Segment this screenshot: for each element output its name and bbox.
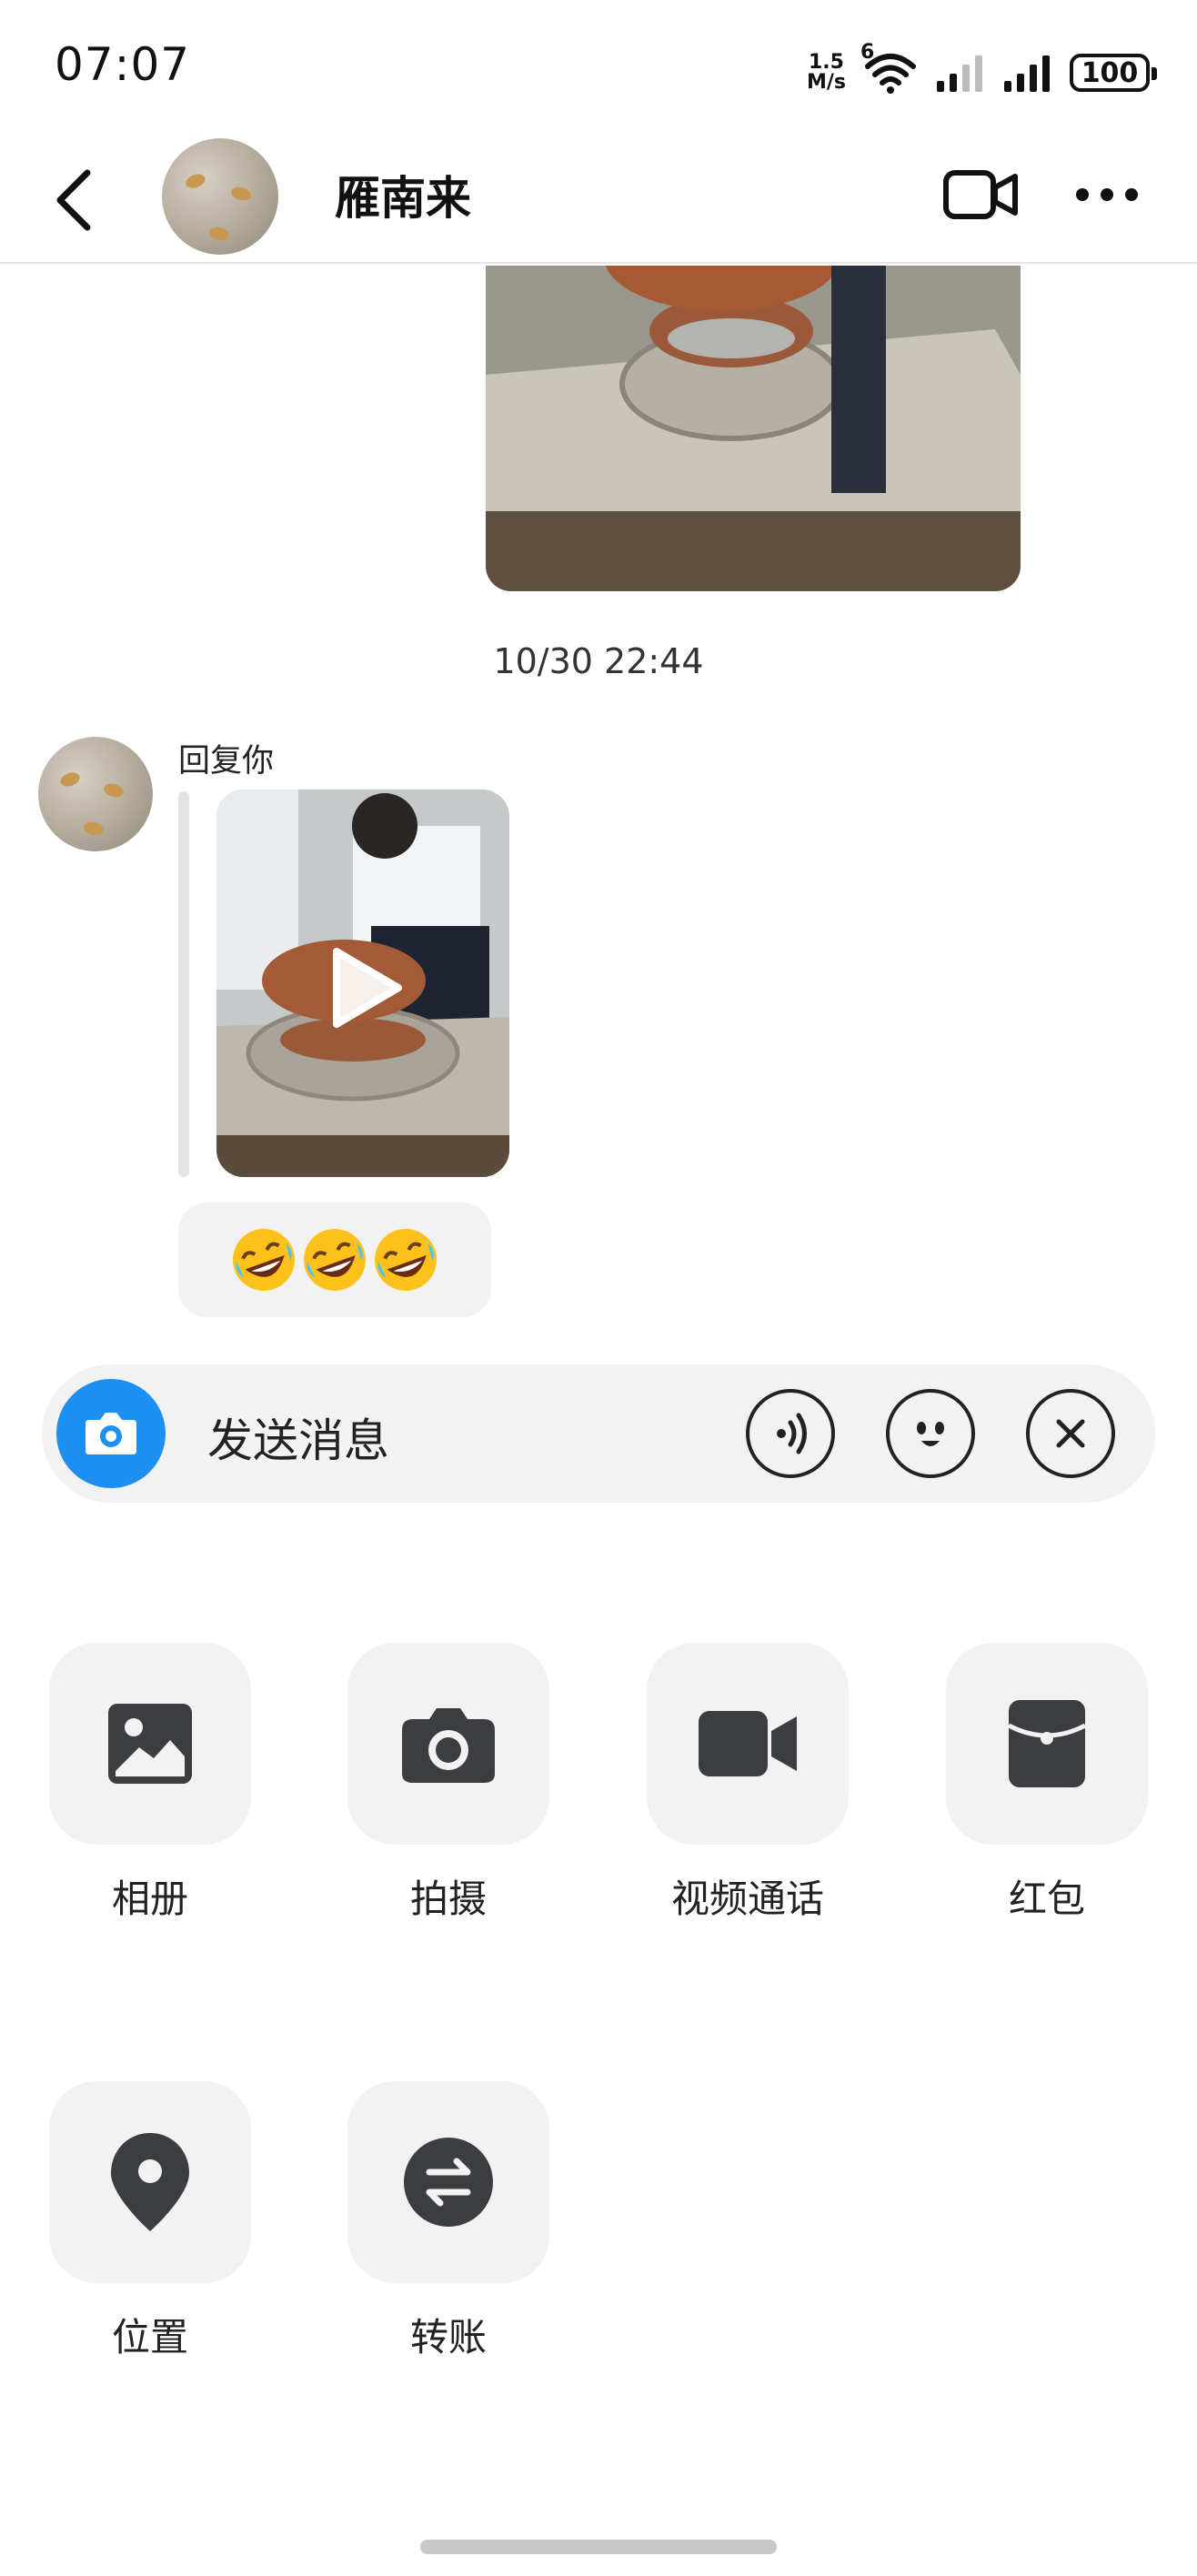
red-packet-tile[interactable]: [946, 1643, 1148, 1845]
camera-icon: [402, 1708, 495, 1783]
action-label: 视频通话: [670, 1877, 824, 1921]
network-speed-value: 1.5: [808, 51, 844, 74]
signal-weak-icon: [937, 55, 982, 92]
network-badge: 6: [860, 41, 875, 64]
message-input-bar: 发送消息: [42, 1364, 1155, 1503]
back-icon[interactable]: [45, 164, 109, 236]
reply-quote-bar: [178, 791, 189, 1177]
rofl-emoji-icon: [233, 1229, 295, 1291]
action-label: 拍摄: [409, 1877, 487, 1921]
image-icon: [108, 1704, 192, 1784]
wifi-icon: 6: [860, 41, 919, 96]
play-icon[interactable]: [327, 944, 404, 1031]
action-location[interactable]: [49, 2081, 251, 2283]
message-timestamp: 10/30 22:44: [493, 641, 704, 681]
video-message[interactable]: [216, 790, 509, 1177]
reply-label: 回复你: [178, 743, 275, 780]
red-packet-icon: [1007, 1700, 1087, 1787]
action-shoot[interactable]: [347, 1643, 549, 1845]
chat-header: 雁南来: [0, 127, 1197, 264]
action-album[interactable]: [49, 1643, 251, 1845]
signal-strong-icon: [1004, 55, 1050, 92]
status-icons: 1.5 M/s 6 100: [807, 41, 1157, 100]
emoji-message[interactable]: 🤣🤣🤣: [178, 1202, 491, 1317]
rofl-emoji-icon: [375, 1229, 437, 1291]
status-time: 07:07: [55, 38, 191, 91]
close-icon: [1056, 1419, 1085, 1448]
battery-indicator: 100: [1070, 54, 1157, 92]
network-speed: 1.5 M/s: [807, 53, 846, 93]
rofl-emoji-icon: [304, 1229, 366, 1291]
camera-button[interactable]: [56, 1379, 166, 1488]
shoot-tile[interactable]: [347, 1643, 549, 1845]
smiley-icon: [917, 1422, 944, 1446]
network-speed-unit: M/s: [806, 71, 846, 94]
avatar[interactable]: [162, 138, 278, 255]
more-icon[interactable]: [1073, 184, 1141, 206]
page-title: 雁南来: [335, 172, 471, 225]
camera-icon: [86, 1413, 136, 1454]
action-transfer[interactable]: [347, 2081, 549, 2283]
transfer-icon: [404, 2138, 493, 2227]
chat-image[interactable]: [486, 266, 1021, 591]
video-icon: [699, 1711, 797, 1776]
video-call-icon[interactable]: [942, 167, 1019, 222]
action-label: 转账: [409, 2315, 487, 2360]
voice-icon: [777, 1413, 807, 1454]
location-tile[interactable]: [49, 2081, 251, 2283]
sender-avatar[interactable]: [38, 737, 153, 851]
action-label: 相册: [111, 1877, 188, 1921]
transfer-tile[interactable]: [347, 2081, 549, 2283]
location-icon: [111, 2133, 189, 2231]
action-video-call[interactable]: [647, 1643, 849, 1845]
video-call-tile[interactable]: [647, 1643, 849, 1845]
action-red-packet[interactable]: [946, 1643, 1148, 1845]
emoji-button[interactable]: [886, 1389, 975, 1478]
message-input[interactable]: 发送消息: [207, 1404, 389, 1470]
action-label: 红包: [1008, 1877, 1085, 1921]
album-tile[interactable]: [49, 1643, 251, 1845]
home-indicator[interactable]: [420, 2540, 777, 2554]
action-label: 位置: [111, 2315, 188, 2360]
close-panel-button[interactable]: [1026, 1389, 1115, 1478]
voice-button[interactable]: [746, 1389, 835, 1478]
